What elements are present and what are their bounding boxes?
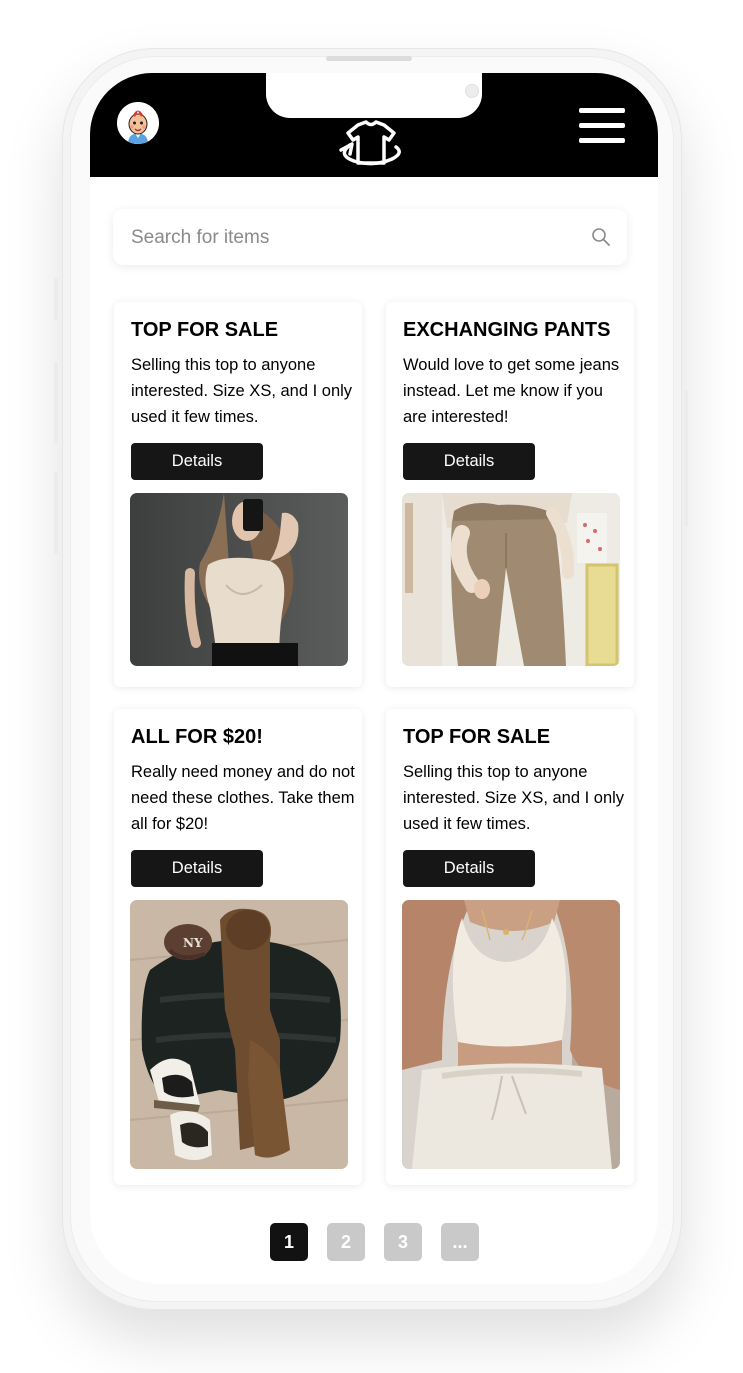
- header-bar: [90, 73, 658, 177]
- phone-speaker: [326, 56, 412, 61]
- user-avatar-icon[interactable]: [115, 100, 161, 146]
- listing-card: TOP FOR SALE Selling this top to anyone …: [386, 709, 634, 1185]
- details-button[interactable]: Details: [403, 443, 535, 480]
- svg-text:NY: NY: [183, 936, 203, 950]
- listing-description: Really need money and do not need these …: [131, 763, 355, 833]
- app-screen: TOP FOR SALE Selling this top to anyone …: [90, 73, 658, 1284]
- pagination: 1 2 3 ...: [270, 1223, 479, 1261]
- phone-notch: [266, 73, 482, 118]
- page-button-more[interactable]: ...: [441, 1223, 479, 1261]
- details-button[interactable]: Details: [131, 850, 263, 887]
- listing-title: TOP FOR SALE: [131, 319, 279, 341]
- listing-title: ALL FOR $20!: [131, 726, 263, 748]
- listing-card: TOP FOR SALE Selling this top to anyone …: [114, 302, 362, 687]
- page-button-1[interactable]: 1: [270, 1223, 308, 1261]
- listing-title: EXCHANGING PANTS: [403, 319, 611, 341]
- hamburger-menu-icon[interactable]: [579, 106, 625, 144]
- listing-description: Would love to get some jeans instead. Le…: [403, 356, 620, 426]
- listing-photo-tank-top[interactable]: [402, 900, 620, 1169]
- page-button-2[interactable]: 2: [327, 1223, 365, 1261]
- front-camera: [465, 84, 479, 98]
- phone-side-button: [54, 278, 58, 320]
- search-bar: [113, 209, 627, 267]
- listing-photo-flatlay[interactable]: NY: [130, 900, 348, 1169]
- listing-card: EXCHANGING PANTS Would love to get some …: [386, 302, 634, 687]
- listing-title: TOP FOR SALE: [403, 726, 551, 748]
- details-button[interactable]: Details: [131, 443, 263, 480]
- listing-card: ALL FOR $20! Really need money and do no…: [114, 709, 362, 1185]
- details-button[interactable]: Details: [403, 850, 535, 887]
- listing-photo-pants[interactable]: [402, 493, 620, 666]
- search-icon[interactable]: [591, 227, 611, 247]
- listing-photo-bodysuit[interactable]: [130, 493, 348, 666]
- search-input[interactable]: [129, 209, 573, 267]
- tshirt-swap-logo-icon[interactable]: [334, 119, 408, 173]
- phone-side-button: [684, 390, 688, 526]
- phone-side-button: [54, 472, 58, 554]
- phone-side-button: [54, 362, 58, 444]
- listing-description: Selling this top to anyone interested. S…: [403, 763, 625, 833]
- listing-description: Selling this top to anyone interested. S…: [131, 356, 353, 426]
- page-button-3[interactable]: 3: [384, 1223, 422, 1261]
